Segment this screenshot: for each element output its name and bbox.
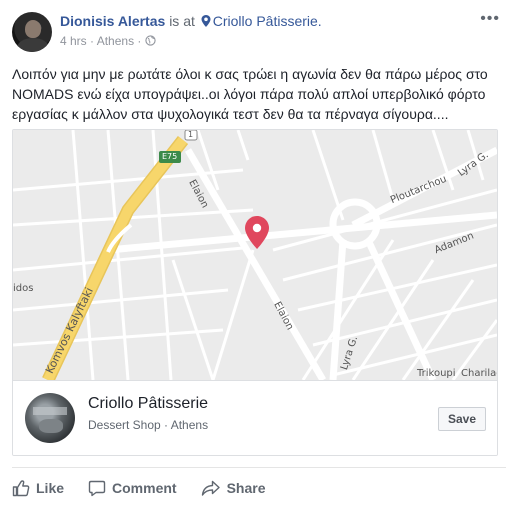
author-avatar[interactable]	[12, 12, 52, 52]
is-at-text: is at	[169, 13, 195, 29]
more-dots-icon[interactable]: •••	[480, 10, 500, 28]
place-subtitle: Dessert Shop · Athens	[88, 418, 208, 432]
route1-label: 1	[188, 130, 194, 139]
post-location[interactable]: Athens	[97, 34, 134, 48]
place-separator: ·	[164, 418, 169, 432]
place-name[interactable]: Criollo Pâtisserie	[88, 395, 208, 413]
globe-icon[interactable]	[145, 35, 156, 46]
post-time[interactable]: 4 hrs	[60, 34, 87, 48]
meta-separator: ·	[90, 34, 95, 48]
comment-button[interactable]: Comment	[88, 478, 177, 498]
checkin-place-link[interactable]: Criollo Pâtisserie.	[213, 13, 322, 29]
place-city: Athens	[170, 418, 209, 432]
author-name[interactable]: Dionisis Alertas	[60, 13, 165, 29]
actions-divider	[12, 467, 506, 468]
location-pin-icon	[201, 15, 211, 27]
e75-label: E75	[162, 152, 178, 161]
thumbs-up-icon	[12, 480, 30, 497]
post-meta: 4 hrs · Athens ·	[60, 34, 156, 48]
share-label: Share	[226, 480, 266, 496]
share-icon	[201, 480, 220, 496]
comment-icon	[88, 480, 106, 497]
meta-separator-2: ·	[137, 34, 142, 48]
like-label: Like	[36, 480, 65, 496]
save-button[interactable]: Save	[438, 407, 486, 431]
place-card[interactable]: Criollo Pâtisserie Dessert Shop · Athens…	[13, 380, 497, 455]
author-line: Dionisis Alertas is at Criollo Pâtisseri…	[60, 13, 322, 29]
place-thumbnail[interactable]	[25, 393, 75, 443]
trikoupi-label: Trikoupi	[417, 368, 456, 379]
charilaou-label: Charilaou	[461, 368, 497, 379]
checkin-attachment[interactable]: E75 1 Elaion Elaion Komvos Kalyftaki Plo…	[12, 129, 498, 456]
map-graphic	[13, 130, 497, 380]
idos-label: idos	[13, 283, 34, 294]
place-category: Dessert Shop	[88, 418, 161, 432]
post-actions: Like Comment Share	[12, 478, 290, 498]
post-text: Λοιπόν για μην με ρωτάτε όλοι κ σας τρώε…	[12, 66, 488, 122]
share-button[interactable]: Share	[201, 478, 266, 498]
location-map[interactable]: E75 1 Elaion Elaion Komvos Kalyftaki Plo…	[13, 130, 497, 380]
comment-label: Comment	[112, 480, 177, 496]
post-header: Dionisis Alertas is at Criollo Pâtisseri…	[12, 10, 506, 52]
like-button[interactable]: Like	[12, 478, 64, 498]
